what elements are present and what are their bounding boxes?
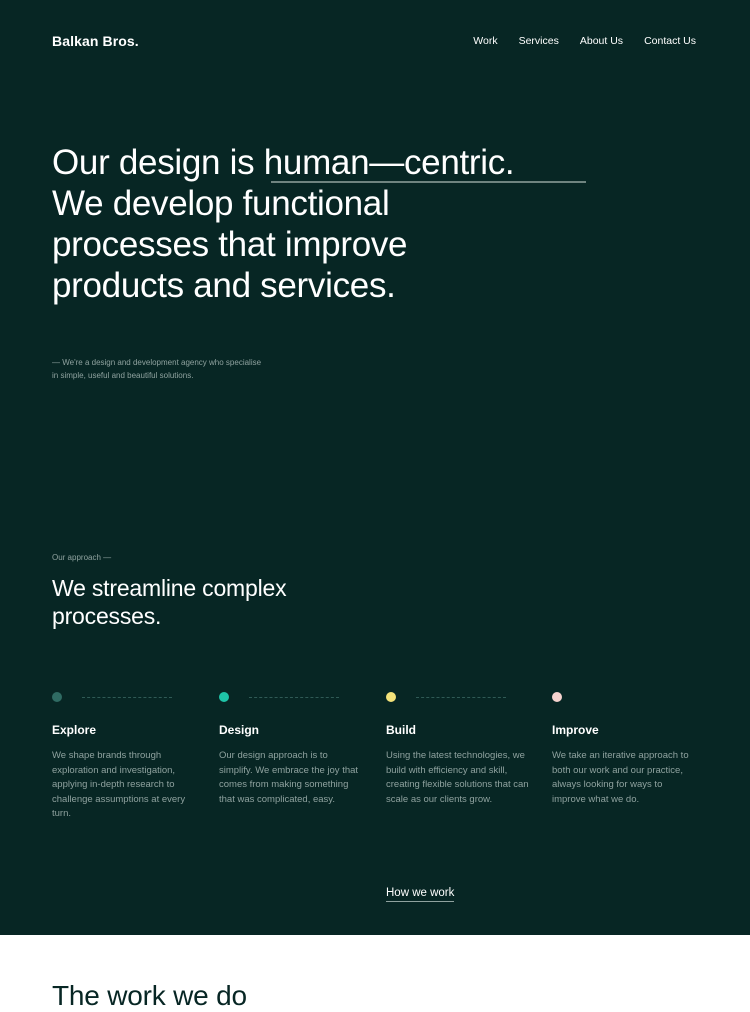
nav-item-about-us[interactable]: About Us [580, 35, 623, 47]
step-divider [82, 697, 172, 698]
tagline-line-1: — We're a design and development agency … [52, 358, 262, 367]
step-description: We take an iterative approach to both ou… [552, 750, 689, 805]
main-nav: Work Services About Us Contact Us [473, 35, 696, 47]
step-dot-icon [219, 692, 229, 702]
step-description: We shape brands through exploration and … [52, 750, 186, 819]
nav-item-services[interactable]: Services [519, 35, 559, 47]
step-description: Using the latest technologies, we build … [386, 750, 529, 805]
hero-line-3: processes that improve [52, 225, 408, 264]
approach-title: We streamline complex processes. [52, 574, 372, 630]
step-dot-icon [52, 692, 62, 702]
step-dot-icon [552, 692, 562, 702]
hero-line-1: Our design is human—centric. [52, 142, 652, 183]
step-title: Design [219, 723, 260, 737]
hero-line-2: We develop functional [52, 184, 390, 223]
step-divider [249, 697, 339, 698]
nav-item-contact-us[interactable]: Contact Us [644, 35, 696, 47]
nav-item-work[interactable]: Work [473, 35, 497, 47]
approach-title-line-1: We streamline complex [52, 575, 287, 601]
step-title: Improve [552, 723, 599, 737]
step-title: Explore [52, 723, 97, 737]
hero-highlight-underline [271, 181, 586, 183]
step-description: Our design approach is to simplify. We e… [219, 750, 359, 805]
hero-tagline: — We're a design and development agency … [52, 357, 272, 382]
hero-highlight: human—centric. [263, 143, 515, 182]
approach-title-line-2: processes. [52, 603, 162, 629]
hero-heading: Our design is human—centric. We develop … [52, 142, 652, 306]
site-header: Balkan Bros. Work Services About Us Cont… [52, 31, 696, 53]
step-title: Build [386, 723, 416, 737]
how-we-work-link[interactable]: How we work [386, 887, 455, 902]
approach-eyebrow: Our approach — [52, 553, 112, 562]
hero-line-4: products and services. [52, 266, 396, 305]
step-dot-icon [386, 692, 396, 702]
tagline-line-2: in simple, useful and beautiful solution… [52, 370, 194, 380]
logo[interactable]: Balkan Bros. [52, 33, 139, 49]
hero-line-1-prefix: Our design is [52, 143, 264, 182]
step-divider [416, 697, 506, 698]
next-section-heading: The work we do [52, 980, 247, 1011]
